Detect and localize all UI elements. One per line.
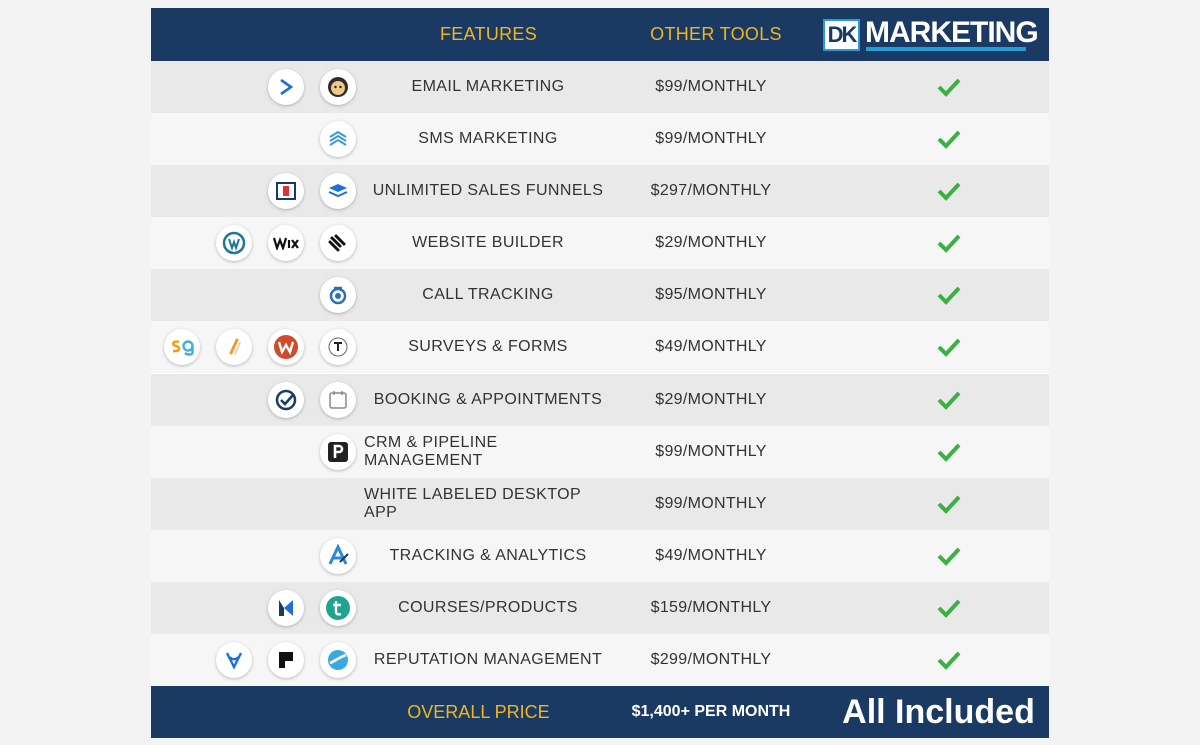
overall-price-label: OVERALL PRICE xyxy=(407,701,550,722)
checkmark-icon xyxy=(937,286,961,305)
other-tools-price: $297/MONTHLY xyxy=(650,182,772,199)
table-row: BOOKING & APPOINTMENTS $29/MONTHLY xyxy=(151,374,1049,426)
feature-name: SMS MARKETING xyxy=(418,130,558,147)
surveygizmo-icon xyxy=(164,329,200,365)
brand-logo: DK MARKETING xyxy=(823,16,1039,53)
table-row: WEBSITE BUILDER $29/MONTHLY xyxy=(151,217,1049,269)
jotform-icon xyxy=(216,329,252,365)
table-row: EMAIL MARKETING $99/MONTHLY xyxy=(151,61,1049,113)
brand-logo-mark: DK xyxy=(823,19,860,51)
teachable-icon xyxy=(320,590,356,626)
feature-name: BOOKING & APPOINTMENTS xyxy=(373,391,603,408)
wordpress-icon xyxy=(216,225,252,261)
checkmark-icon xyxy=(937,443,961,462)
feature-name: EMAIL MARKETING xyxy=(411,78,565,95)
other-tools-price: $99/MONTHLY xyxy=(655,495,767,512)
other-tools-price: $49/MONTHLY xyxy=(655,338,767,355)
table-footer: OVERALL PRICE $1,400+ PER MONTH All Incl… xyxy=(151,686,1049,738)
checkmark-icon xyxy=(937,391,961,410)
other-tools-price: $95/MONTHLY xyxy=(655,286,767,303)
leadpages-icon xyxy=(320,173,356,209)
pricing-comparison-table: FEATURES OTHER TOOLS DK MARKETING EMAIL … xyxy=(151,8,1049,738)
other-tools-price: $99/MONTHLY xyxy=(655,78,767,95)
feature-name: WEBSITE BUILDER xyxy=(412,234,564,251)
feature-name: SURVEYS & FORMS xyxy=(408,338,568,355)
brand-logo-word: MARKETING xyxy=(865,16,1039,49)
mailchimp-icon xyxy=(320,69,356,105)
feature-name: COURSES/PRODUCTS xyxy=(398,599,578,616)
checkmark-icon xyxy=(937,78,961,97)
table-row: CALL TRACKING $95/MONTHLY xyxy=(151,269,1049,321)
other-tools-price: $49/MONTHLY xyxy=(655,547,767,564)
feature-name: REPUTATION MANAGEMENT xyxy=(373,651,603,668)
other-tools-price: $99/MONTHLY xyxy=(655,443,767,460)
callrail-icon xyxy=(320,277,356,313)
feature-name: CALL TRACKING xyxy=(422,286,554,303)
feature-name: CRM & PIPELINE MANAGEMENT xyxy=(364,434,498,469)
wufoo-icon xyxy=(268,329,304,365)
squarespace-icon xyxy=(320,225,356,261)
birdeye-icon xyxy=(216,642,252,678)
pipedrive-icon xyxy=(320,434,356,470)
table-row: CRM & PIPELINE MANAGEMENT $99/MONTHLY xyxy=(151,426,1049,478)
checkmark-icon xyxy=(937,651,961,670)
typeform-icon xyxy=(320,329,356,365)
all-included-label: All Included xyxy=(842,692,1035,731)
table-row: WHITE LABELED DESKTOP APP $99/MONTHLY xyxy=(151,478,1049,530)
other-tools-price: $29/MONTHLY xyxy=(655,391,767,408)
table-header: FEATURES OTHER TOOLS DK MARKETING xyxy=(151,8,1049,61)
checkmark-icon xyxy=(937,547,961,566)
table-row: REPUTATION MANAGEMENT $299/MONTHLY xyxy=(151,634,1049,686)
wix-icon xyxy=(268,225,304,261)
checkmark-icon xyxy=(937,234,961,253)
activecampaign-icon xyxy=(268,69,304,105)
checkmark-icon xyxy=(937,599,961,618)
table-row: UNLIMITED SALES FUNNELS $297/MONTHLY xyxy=(151,165,1049,217)
table-row: COURSES/PRODUCTS $159/MONTHLY xyxy=(151,582,1049,634)
table-row: TRACKING & ANALYTICS $49/MONTHLY xyxy=(151,530,1049,582)
sms-layers-icon xyxy=(320,121,356,157)
brand-logo-underline xyxy=(866,47,1026,51)
feature-name: TRACKING & ANALYTICS xyxy=(389,547,587,564)
feature-name: WHITE LABELED DESKTOP APP xyxy=(364,486,581,521)
checkmark-icon xyxy=(937,338,961,357)
overall-price-value: $1,400+ PER MONTH xyxy=(631,703,791,720)
clickfunnels-icon xyxy=(268,173,304,209)
features-column-header: FEATURES xyxy=(439,24,538,44)
kajabi-icon xyxy=(268,590,304,626)
checkmark-icon xyxy=(937,182,961,201)
feature-name: UNLIMITED SALES FUNNELS xyxy=(372,182,604,199)
other-tools-price: $99/MONTHLY xyxy=(655,130,767,147)
calendly-icon xyxy=(320,382,356,418)
checkmark-icon xyxy=(937,495,961,514)
acuity-icon xyxy=(268,382,304,418)
reputation-icon xyxy=(320,642,356,678)
other-tools-price: $299/MONTHLY xyxy=(650,651,772,668)
other-tools-column-header: OTHER TOOLS xyxy=(650,24,782,44)
other-tools-price: $159/MONTHLY xyxy=(650,599,772,616)
table-row: SMS MARKETING $99/MONTHLY xyxy=(151,113,1049,165)
other-tools-price: $29/MONTHLY xyxy=(655,234,767,251)
table-row: SURVEYS & FORMS $49/MONTHLY xyxy=(151,321,1049,373)
analytics-icon xyxy=(320,538,356,574)
podium-icon xyxy=(268,642,304,678)
checkmark-icon xyxy=(937,130,961,149)
